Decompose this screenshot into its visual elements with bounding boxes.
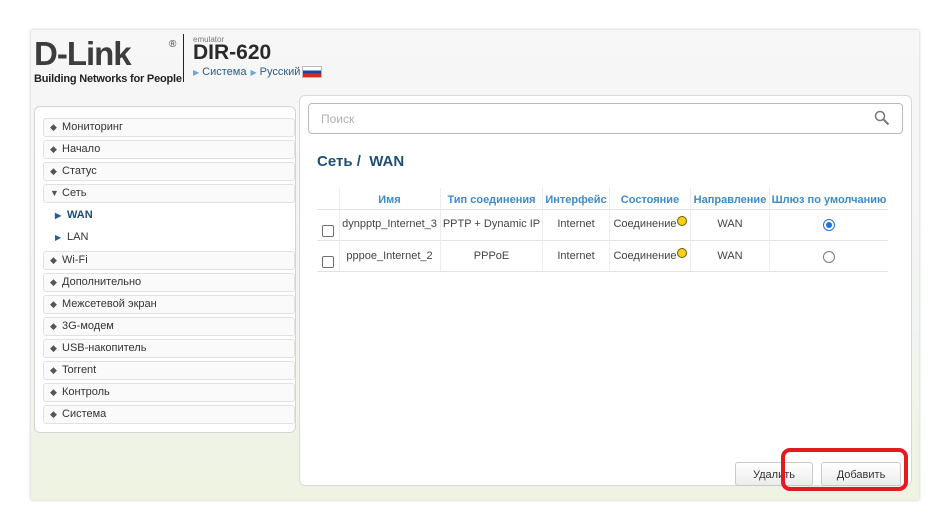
row-select-checkbox[interactable] [322, 225, 334, 237]
sidebar-subitem-wan[interactable]: ▶ WAN [55, 206, 295, 224]
sidebar-item-label: Контроль [62, 386, 110, 398]
expand-icon: ◆ [50, 299, 57, 309]
expand-icon: ◆ [50, 122, 57, 132]
chevron-down-icon: ▼ [50, 188, 59, 198]
column-header-default-gateway[interactable]: Шлюз по умолчанию [770, 191, 888, 209]
row-select-checkbox[interactable] [322, 256, 334, 268]
expand-icon: ◆ [50, 321, 57, 331]
connection-interface: Internet [557, 218, 595, 230]
sidebar-item-label: Сеть [62, 187, 87, 199]
sidebar-item-label: Система [62, 408, 107, 420]
connection-state: Соединение [610, 215, 690, 233]
expand-icon: ◆ [50, 277, 57, 287]
status-dot-icon [676, 248, 687, 258]
sidebar-item-label: Статус [62, 165, 97, 177]
sidebar-item-usb-storage[interactable]: ◆ USB-накопитель [43, 339, 295, 358]
sidebar-item-control[interactable]: ◆ Контроль [43, 383, 295, 402]
chevron-right-icon: ▶ [55, 233, 62, 242]
column-header-interface[interactable]: Интерфейс [543, 191, 609, 209]
expand-icon: ◆ [50, 144, 57, 154]
column-header-connection-type[interactable]: Тип соединения [441, 191, 542, 209]
brand-name: D-Link [34, 35, 132, 72]
router-admin-page: D-Link ® Building Networks for People em… [31, 30, 919, 500]
sidebar-item-label: Torrent [62, 364, 97, 376]
expand-icon: ◆ [50, 365, 57, 375]
sidebar-item-status[interactable]: ◆ Статус [43, 162, 295, 181]
sidebar-item-3g-modem[interactable]: ◆ 3G-модем [43, 317, 295, 336]
dlink-logo[interactable]: D-Link ® Building Networks for People [34, 35, 184, 85]
sidebar-item-label: Дополнительно [62, 276, 142, 288]
table-divider [317, 240, 888, 241]
table-divider [317, 209, 888, 210]
column-header-direction[interactable]: Направление [691, 191, 769, 209]
default-gateway-radio[interactable] [823, 251, 835, 263]
sidebar-item-wifi[interactable]: ◆ Wi-Fi [43, 251, 295, 270]
model-name: DIR-620 [193, 41, 272, 64]
sidebar-item-firewall[interactable]: ◆ Межсетевой экран [43, 295, 295, 314]
triangle-right-icon: ▶ [193, 67, 200, 77]
expand-icon: ◆ [50, 409, 57, 419]
expand-icon: ◆ [50, 343, 57, 353]
sidebar-item-system[interactable]: ◆ Система [43, 405, 295, 424]
system-link[interactable]: Система [202, 66, 246, 78]
connection-name[interactable]: dynpptp_Internet_3 [339, 215, 440, 233]
sidebar-subitem-label: LAN [67, 231, 89, 243]
chevron-right-icon: ▶ [55, 211, 62, 220]
brand-tagline: Building Networks for People [34, 73, 182, 85]
sidebar-item-label: Межсетевой экран [62, 298, 157, 310]
add-button-highlight-box [781, 448, 908, 491]
sidebar-subitem-label: WAN [67, 209, 93, 221]
header-breadcrumb: ▶ Система ▶ Русский [193, 66, 323, 78]
connection-type: PPPoE [473, 250, 510, 262]
state-label: Соединение [613, 250, 677, 262]
state-label: Соединение [613, 218, 677, 230]
expand-icon: ◆ [50, 387, 57, 397]
connection-direction: WAN [717, 218, 743, 230]
page-title: Сеть / WAN [317, 153, 405, 170]
status-dot-icon [676, 216, 687, 226]
connection-name[interactable]: pppoe_Internet_2 [339, 247, 440, 265]
triangle-right-icon: ▶ [250, 67, 257, 77]
sidebar-item-torrent[interactable]: ◆ Torrent [43, 361, 295, 380]
expand-icon: ◆ [50, 166, 57, 176]
sidebar-item-label: 3G-модем [62, 320, 114, 332]
registered-mark: ® [169, 39, 177, 50]
connection-interface: Internet [557, 250, 595, 262]
sidebar-item-label: Начало [62, 143, 101, 155]
language-link[interactable]: Русский [260, 66, 301, 78]
sidebar-item-label: USB-накопитель [62, 342, 147, 354]
table-column-divider [769, 188, 770, 271]
table-divider [317, 271, 888, 272]
connection-state: Соединение [610, 247, 690, 265]
sidebar-item-network[interactable]: ▼ Сеть [43, 184, 295, 203]
sidebar-item-monitoring[interactable]: ◆ Мониторинг [43, 118, 295, 137]
sidebar-item-label: Мониторинг [62, 121, 124, 133]
column-header-state[interactable]: Состояние [610, 191, 690, 209]
header-divider [183, 34, 184, 82]
sidebar-menu: ◆ Мониторинг ◆ Начало ◆ Статус ▼ Сеть ▶ WAN ▶… [34, 106, 296, 433]
connection-direction: WAN [717, 250, 743, 262]
sidebar-item-label: Wi-Fi [62, 254, 88, 266]
default-gateway-radio[interactable] [823, 219, 835, 231]
search-input[interactable] [308, 103, 903, 134]
main-content: Сеть / WAN Имя Тип соединения Интерфейс … [299, 95, 912, 486]
expand-icon: ◆ [50, 255, 57, 265]
sidebar-item-advanced[interactable]: ◆ Дополнительно [43, 273, 295, 292]
russian-flag-icon[interactable] [302, 66, 323, 78]
column-header-name[interactable]: Имя [339, 191, 440, 209]
sidebar-item-start[interactable]: ◆ Начало [43, 140, 295, 159]
sidebar-subitem-lan[interactable]: ▶ LAN [55, 228, 295, 246]
connection-type: PPTP + Dynamic IP [442, 218, 541, 230]
search-icon[interactable] [874, 110, 890, 126]
